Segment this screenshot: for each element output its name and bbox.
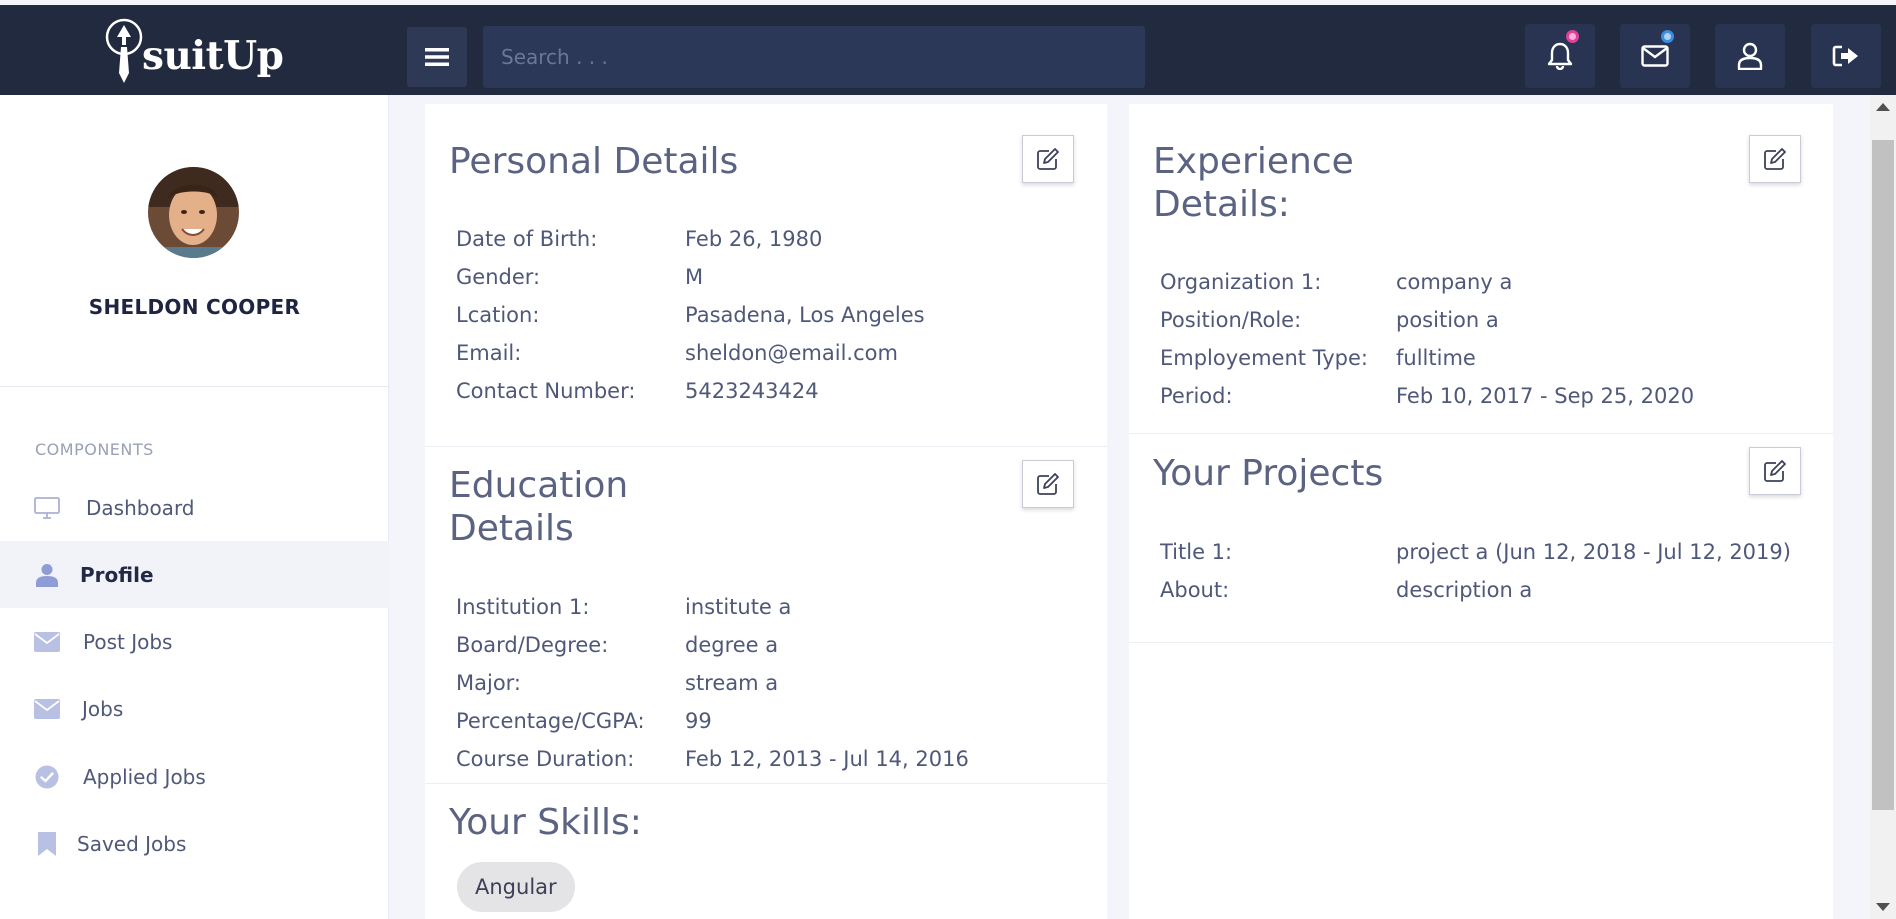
education-title-line1: Education [449,465,629,506]
major-label: Major: [456,671,522,695]
gender-value: M [685,265,704,289]
edit-personal-details-button[interactable] [1022,135,1074,183]
experience-title-line2: Details: [1153,184,1290,225]
notifications-button[interactable] [1525,24,1595,88]
edit-icon [1037,473,1059,495]
location-value: Pasadena, Los Angeles [685,303,925,327]
organization-label: Organization 1: [1160,270,1322,294]
edit-icon [1764,460,1786,482]
envelope-icon [34,629,60,655]
sign-out-icon [1832,45,1858,67]
course-duration-value: Feb 12, 2013 - Jul 14, 2016 [685,747,969,771]
user-name: SHELDON COOPER [88,295,301,319]
right-profile-card [1129,104,1833,919]
project-title-value: project a (Jun 12, 2018 - Jul 12, 2019) [1396,540,1791,564]
sidebar-item-label: Post Jobs [83,629,173,654]
cgpa-value: 99 [685,709,712,733]
section-divider [425,783,1107,784]
scrollbar-thumb[interactable] [1872,140,1894,810]
menu-toggle-button[interactable] [407,27,467,87]
project-title-label: Title 1: [1160,540,1233,564]
messages-button[interactable] [1620,24,1690,88]
dob-value: Feb 26, 1980 [685,227,823,251]
institution-value: institute a [685,595,792,619]
sidebar-divider [0,386,389,387]
sidebar-item-saved-jobs[interactable]: Saved Jobs [0,810,389,877]
period-label: Period: [1160,384,1233,408]
bell-icon [1547,42,1573,70]
sidebar-item-label: Applied Jobs [83,764,206,789]
bookmark-icon [34,831,60,857]
sidebar-item-label: Profile [80,562,154,587]
edit-education-details-button[interactable] [1022,460,1074,508]
degree-value: degree a [685,633,779,657]
avatar[interactable] [148,167,239,258]
sidebar-item-applied-jobs[interactable]: Applied Jobs [0,743,389,810]
email-value: sheldon@email.com [685,341,898,365]
sidebar-item-label: Dashboard [86,495,195,520]
period-value: Feb 10, 2017 - Sep 25, 2020 [1396,384,1695,408]
location-label: Lcation: [456,303,540,327]
sidebar-item-profile[interactable]: Profile [0,541,389,608]
monitor-icon [34,495,60,521]
gender-label: Gender: [456,265,541,289]
section-divider [1129,642,1833,643]
employment-type-value: fulltime [1396,346,1476,370]
envelope-icon [1641,45,1669,67]
scroll-down-arrow-icon[interactable] [1876,903,1890,911]
sidebar-item-label: Saved Jobs [77,831,187,856]
top-navbar: suitUp [0,5,1896,95]
skill-tag[interactable]: Angular [457,862,575,912]
institution-label: Institution 1: [456,595,590,619]
experience-details-title: Experience Details: [1153,140,1354,226]
scroll-up-arrow-icon[interactable] [1876,103,1890,111]
experience-title-line1: Experience [1153,141,1354,182]
sidebar-item-label: Jobs [82,696,124,721]
dob-label: Date of Birth: [456,227,598,251]
education-details-title: Education Details [449,464,628,550]
user-icon [1737,42,1763,70]
project-about-value: description a [1396,578,1533,602]
skills-title: Your Skills: [449,802,642,843]
sidebar-item-post-jobs[interactable]: Post Jobs [0,608,389,675]
education-title-line2: Details [449,508,574,549]
logout-button[interactable] [1811,24,1881,88]
position-label: Position/Role: [1160,308,1302,332]
sidebar: SHELDON COOPER COMPONENTS Dashboard Prof… [0,95,389,919]
search-input[interactable] [483,26,1145,88]
logo-text: suitUp [142,33,284,79]
edit-projects-button[interactable] [1749,447,1801,495]
app-logo[interactable]: suitUp [104,17,284,87]
cgpa-label: Percentage/CGPA: [456,709,645,733]
degree-label: Board/Degree: [456,633,609,657]
email-label: Email: [456,341,522,365]
message-badge-dot [1661,30,1674,43]
major-value: stream a [685,671,779,695]
check-circle-icon [34,764,60,790]
edit-icon [1037,148,1059,170]
contact-number-value: 5423243424 [685,379,819,403]
profile-photo [148,167,239,258]
personal-details-title: Personal Details [449,141,739,182]
position-value: position a [1396,308,1499,332]
projects-title: Your Projects [1153,453,1384,494]
contact-number-label: Contact Number: [456,379,636,403]
sidebar-section-label: COMPONENTS [35,440,154,459]
user-account-button[interactable] [1715,24,1785,88]
edit-icon [1764,148,1786,170]
section-divider [425,446,1107,447]
envelope-icon [34,696,60,722]
edit-experience-details-button[interactable] [1749,135,1801,183]
sidebar-item-dashboard[interactable]: Dashboard [0,474,389,541]
organization-value: company a [1396,270,1513,294]
course-duration-label: Course Duration: [456,747,635,771]
section-divider [1129,433,1833,434]
user-icon [34,562,60,588]
project-about-label: About: [1160,578,1230,602]
employment-type-label: Employement Type: [1160,346,1368,370]
sidebar-item-jobs[interactable]: Jobs [0,675,389,742]
notification-badge-dot [1566,30,1579,43]
hamburger-icon [425,48,449,66]
